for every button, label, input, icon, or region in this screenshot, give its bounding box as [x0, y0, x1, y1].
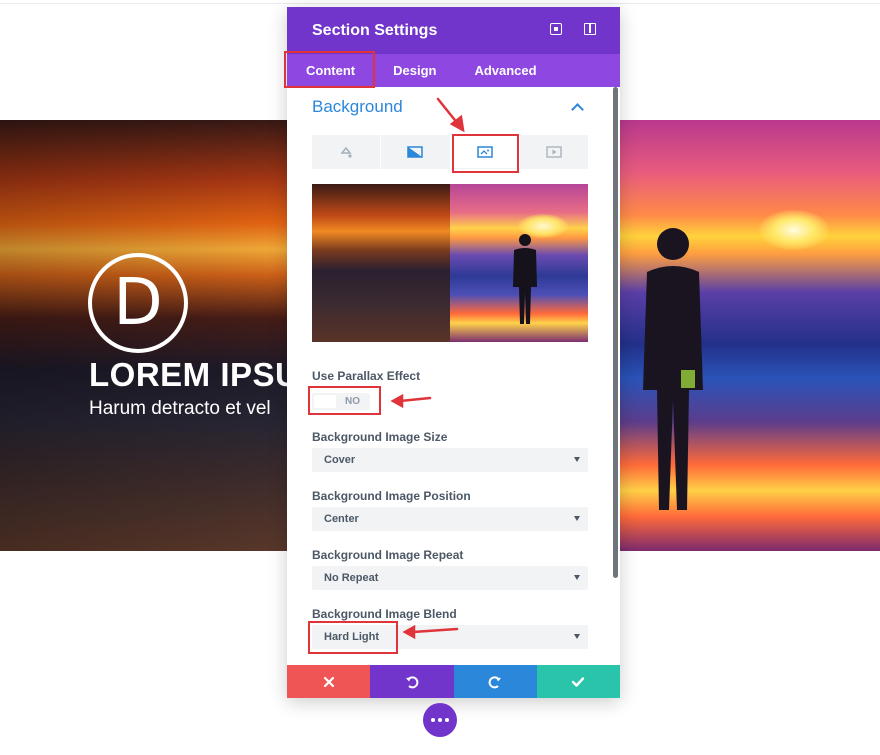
discard-button[interactable] [287, 665, 371, 698]
sun-glow [759, 210, 829, 250]
logo-letter: D [113, 266, 163, 340]
modal-header: Section Settings [287, 7, 620, 54]
redo-button[interactable] [453, 665, 537, 698]
dropdown-arrow-icon [574, 634, 580, 639]
toggle-title: Background [312, 97, 403, 116]
preview-right-half [450, 184, 588, 342]
preview-person-silhouette [513, 234, 537, 324]
dot-icon [445, 718, 449, 722]
hero-background-right [619, 120, 880, 551]
highlight-content-tab [284, 51, 375, 88]
image-size-select[interactable]: Cover [312, 448, 588, 472]
redo-icon [488, 675, 502, 688]
hero-subtitle: Harum detracto et vel [89, 398, 271, 419]
more-options-button[interactable] [423, 703, 457, 737]
undo-icon [405, 675, 419, 688]
image-position-select[interactable]: Center [312, 507, 588, 531]
undo-button[interactable] [370, 665, 454, 698]
background-type-tabs [312, 135, 588, 169]
dropdown-arrow-icon [574, 575, 580, 580]
dot-icon [431, 718, 435, 722]
image-repeat-label: Background Image Repeat [312, 548, 464, 562]
hero-title: LOREM IPSUM [89, 356, 288, 393]
bg-tab-video[interactable] [520, 135, 588, 169]
image-position-label: Background Image Position [312, 489, 471, 503]
close-icon [323, 676, 334, 687]
tab-advanced[interactable]: Advanced [474, 63, 536, 78]
image-size-value: Cover [324, 454, 356, 466]
modal-footer [287, 665, 620, 698]
section-settings-modal: Section Settings Content Design Advanced… [287, 7, 620, 698]
bg-tab-gradient[interactable] [381, 135, 451, 169]
check-icon [572, 676, 585, 687]
image-blend-label: Background Image Blend [312, 607, 457, 621]
video-icon [546, 146, 562, 158]
bg-tab-color[interactable] [312, 135, 382, 169]
person-silhouette [643, 228, 703, 510]
highlight-blend-value [308, 621, 398, 654]
modal-title: Section Settings [312, 21, 438, 39]
color-icon [340, 146, 352, 158]
brand-logo: D [88, 253, 188, 353]
top-divider [0, 3, 880, 4]
chevron-up-icon [571, 102, 584, 116]
image-size-label: Background Image Size [312, 430, 448, 444]
fullscreen-icon[interactable] [550, 23, 562, 35]
sidebar-panel-icon[interactable] [584, 23, 596, 35]
highlight-parallax-switch [308, 386, 381, 415]
dropdown-arrow-icon [574, 457, 580, 462]
image-repeat-value: No Repeat [324, 572, 379, 584]
highlight-image-tab [452, 134, 519, 173]
parallax-label: Use Parallax Effect [312, 369, 421, 383]
modal-scrollbar[interactable] [613, 87, 618, 578]
background-image-preview[interactable] [312, 184, 588, 342]
save-button[interactable] [536, 665, 620, 698]
dropdown-arrow-icon [574, 516, 580, 521]
background-toggle[interactable]: Background [312, 97, 588, 117]
preview-left-half [312, 184, 450, 342]
tab-design[interactable]: Design [393, 63, 436, 78]
gradient-icon [407, 146, 424, 158]
image-repeat-select[interactable]: No Repeat [312, 566, 588, 590]
dot-icon [438, 718, 442, 722]
image-position-value: Center [324, 513, 359, 525]
